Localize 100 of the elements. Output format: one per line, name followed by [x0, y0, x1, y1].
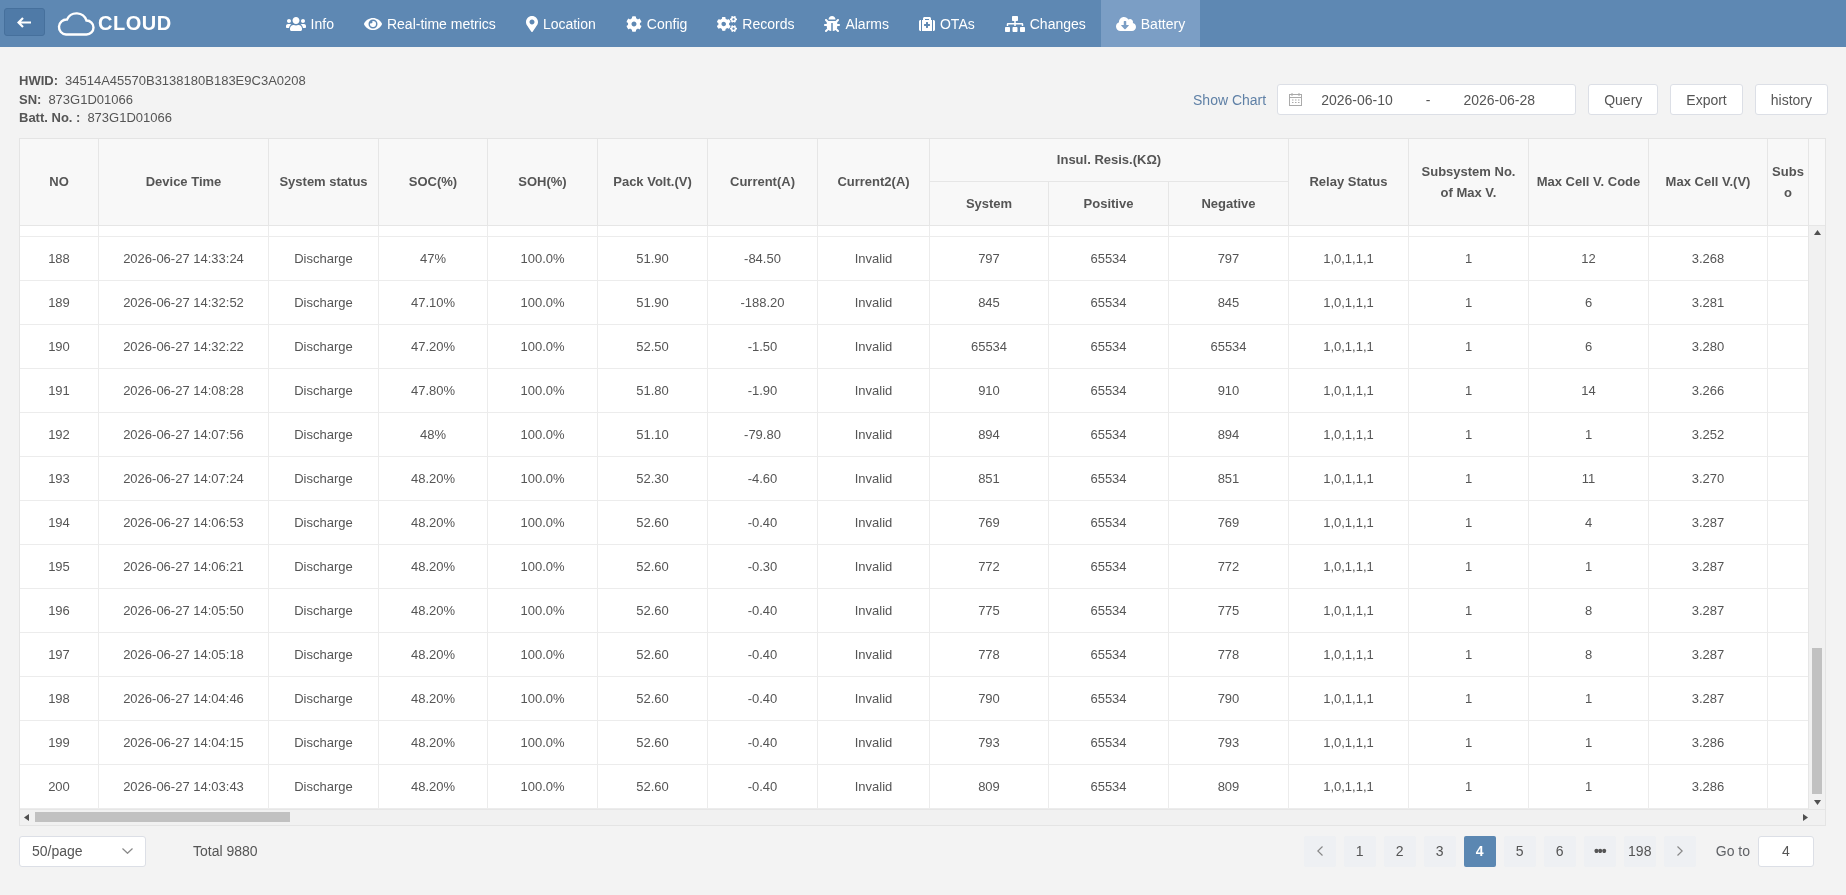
toolbar-button[interactable]: history	[1754, 84, 1828, 116]
table-cell: Invalid	[818, 456, 930, 500]
page-size-select[interactable]: 50/page	[19, 835, 146, 867]
table-cell: 65534	[1049, 412, 1169, 456]
table-cell: 48.20%	[379, 764, 488, 808]
nav-tab[interactable]: Alarms	[809, 0, 904, 47]
triangle-left-icon[interactable]	[24, 813, 29, 821]
table-cell: 2026-06-27 14:07:56	[99, 412, 269, 456]
table-cell: 1,0,1,1,1	[1289, 324, 1409, 368]
table-cell: 894	[930, 412, 1049, 456]
table-cell: 47.80%	[379, 368, 488, 412]
table-cell: 1	[1529, 676, 1649, 720]
column-header: Max Cell V. Code	[1529, 138, 1649, 225]
table-cell: 47.20%	[379, 324, 488, 368]
nav-tab[interactable]: Records	[702, 0, 810, 47]
table-cell: 4	[1529, 500, 1649, 544]
table-cell: 1	[1529, 720, 1649, 764]
more-pages-button[interactable]: •••	[1583, 835, 1616, 867]
toolbar-button[interactable]: Query	[1588, 84, 1659, 116]
table-cell: 65534	[1049, 324, 1169, 368]
table-cell: Discharge	[269, 676, 379, 720]
bug-icon	[824, 15, 841, 32]
page-button[interactable]: 198	[1623, 835, 1656, 867]
table-cell: Invalid	[818, 544, 930, 588]
triangle-right-icon[interactable]	[1803, 813, 1808, 821]
table-cell: 8	[1529, 632, 1649, 676]
table-cell: Discharge	[269, 764, 379, 808]
info-value: 34514A45570B3138180B183E9C3A0208	[65, 72, 306, 90]
table-cell: Discharge	[269, 412, 379, 456]
column-header: Subs o	[1771, 162, 1805, 202]
table-cell: 196	[20, 588, 99, 632]
table-cell: 198	[20, 676, 99, 720]
table-cell: Discharge	[269, 720, 379, 764]
table-cell: 8	[1529, 588, 1649, 632]
back-button[interactable]	[4, 8, 45, 36]
nav-tab[interactable]: Real-time metrics	[348, 0, 511, 47]
table-cell: 3.287	[1649, 632, 1768, 676]
arrow-left-icon	[17, 16, 32, 28]
table-cell: 100.0%	[488, 236, 598, 280]
triangle-up-icon[interactable]	[1813, 229, 1821, 235]
table-cell: 47.10%	[379, 280, 488, 324]
end-date[interactable]: 2026-06-28	[1463, 91, 1536, 108]
table-cell: -79.80	[708, 412, 818, 456]
table-cell: 1	[1409, 412, 1529, 456]
table-cell: 100.0%	[488, 368, 598, 412]
table-cell: Discharge	[269, 500, 379, 544]
scrollbar-thumb[interactable]	[35, 812, 290, 822]
nav-tab[interactable]: Info	[270, 0, 349, 47]
page-button[interactable]: 5	[1503, 835, 1536, 867]
toolbar-button[interactable]: Export	[1670, 84, 1743, 116]
nav-tab[interactable]: Config	[610, 0, 703, 47]
table-cell: 65534	[1049, 632, 1169, 676]
table-cell: 3.252	[1649, 412, 1768, 456]
page-button[interactable]: 2	[1383, 835, 1416, 867]
table-cell: Discharge	[269, 236, 379, 280]
table-cell: 797	[1169, 236, 1289, 280]
page-button[interactable]: 4	[1463, 835, 1496, 867]
map-pin-icon	[525, 15, 538, 32]
table-cell: -0.40	[708, 764, 818, 808]
nav-tab[interactable]: Changes	[989, 0, 1101, 47]
date-range-field[interactable]: 2026-06-10 - 2026-06-28	[1277, 84, 1577, 116]
table-cell: 1,0,1,1,1	[1289, 720, 1409, 764]
scrollbar-thumb[interactable]	[1812, 647, 1822, 794]
table-cell: 52.60	[598, 588, 708, 632]
page-button[interactable]: 6	[1543, 835, 1576, 867]
table-cell: 51.80	[598, 368, 708, 412]
table-cell: Invalid	[818, 236, 930, 280]
info-value: 873G1D01066	[87, 109, 172, 127]
table-cell: 1,0,1,1,1	[1289, 236, 1409, 280]
table-cell: 48.20%	[379, 632, 488, 676]
table-cell: 48.20%	[379, 588, 488, 632]
table-cell: 48.20%	[379, 500, 488, 544]
page-button[interactable]: 3	[1423, 835, 1456, 867]
nav-tab[interactable]: OTAs	[904, 0, 990, 47]
column-header: Relay Status	[1289, 138, 1409, 225]
table-cell: 1	[1409, 720, 1529, 764]
table-cell: 2026-06-27 14:06:21	[99, 544, 269, 588]
table-cell: 1,0,1,1,1	[1289, 544, 1409, 588]
table-cell: -1.90	[708, 368, 818, 412]
table-cell: 100.0%	[488, 324, 598, 368]
table-cell: 1	[1409, 632, 1529, 676]
page-button[interactable]: 1	[1343, 835, 1376, 867]
table-cell: 1	[1409, 368, 1529, 412]
table-cell: 189	[20, 280, 99, 324]
users-icon	[285, 15, 306, 32]
table-cell: 1	[1409, 456, 1529, 500]
chevron-left-icon	[1316, 846, 1323, 856]
page-input-field[interactable]: 4	[1758, 835, 1814, 867]
table-cell: Invalid	[818, 632, 930, 676]
show-chart-link[interactable]: Show Chart	[1193, 91, 1267, 108]
nav-tab[interactable]: Location	[510, 0, 611, 47]
table-cell: 809	[930, 764, 1049, 808]
table-cell: 3.286	[1649, 720, 1768, 764]
table-cell: 1	[1529, 412, 1649, 456]
column-header: Pack Volt.(V)	[598, 138, 708, 225]
start-date[interactable]: 2026-06-10	[1321, 91, 1393, 108]
table-cell: 11	[1529, 456, 1649, 500]
table-cell: 769	[1169, 500, 1289, 544]
table-cell: 2026-06-27 14:33:24	[99, 236, 269, 280]
triangle-down-icon[interactable]	[1813, 799, 1821, 805]
